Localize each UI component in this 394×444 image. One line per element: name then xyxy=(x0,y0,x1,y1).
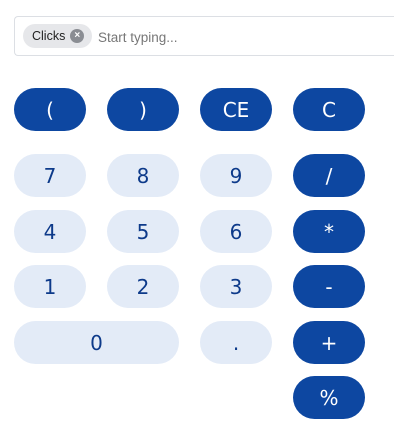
decimal-button[interactable]: . xyxy=(200,321,272,364)
expression-input-bar[interactable]: Clicks × xyxy=(14,16,394,56)
digit-1-button[interactable]: 1 xyxy=(14,265,86,308)
digit-8-button[interactable]: 8 xyxy=(107,154,179,197)
token-chip: Clicks × xyxy=(23,24,93,48)
digit-9-button[interactable]: 9 xyxy=(200,154,272,197)
close-paren-button[interactable]: ) xyxy=(107,88,179,131)
digit-6-button[interactable]: 6 xyxy=(200,210,272,253)
expression-input[interactable] xyxy=(98,25,388,49)
open-paren-button[interactable]: ( xyxy=(14,88,86,131)
subtract-button[interactable]: - xyxy=(293,265,365,308)
multiply-button[interactable]: * xyxy=(293,210,365,253)
digit-4-button[interactable]: 4 xyxy=(14,210,86,253)
digit-7-button[interactable]: 7 xyxy=(14,154,86,197)
digit-0-button[interactable]: 0 xyxy=(14,321,179,364)
add-button[interactable]: + xyxy=(293,321,365,364)
clear-button[interactable]: C xyxy=(293,88,365,131)
digit-5-button[interactable]: 5 xyxy=(107,210,179,253)
close-icon[interactable]: × xyxy=(70,29,85,43)
digit-2-button[interactable]: 2 xyxy=(107,265,179,308)
chip-label: Clicks xyxy=(32,29,66,43)
percent-button[interactable]: % xyxy=(293,376,365,419)
divide-button[interactable]: / xyxy=(293,154,365,197)
digit-3-button[interactable]: 3 xyxy=(200,265,272,308)
clear-entry-button[interactable]: CE xyxy=(200,88,272,131)
